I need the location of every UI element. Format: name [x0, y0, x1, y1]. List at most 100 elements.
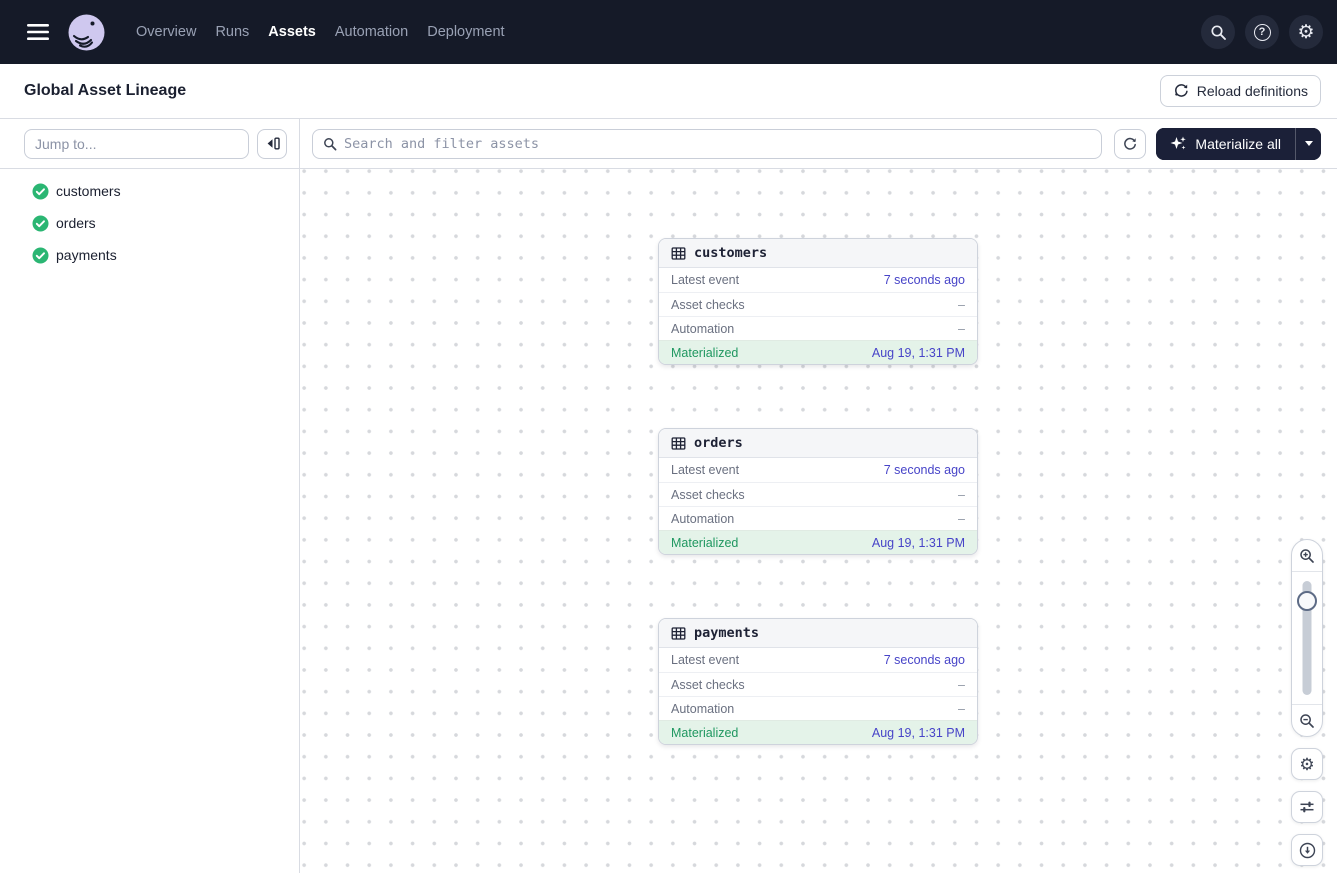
row-value: – — [958, 488, 965, 502]
content-area: customers orders payments — [0, 119, 1337, 873]
nav-item-runs[interactable]: Runs — [215, 24, 249, 40]
refresh-icon — [1122, 136, 1138, 152]
hamburger-menu-button[interactable] — [20, 14, 56, 50]
row-label: Latest event — [671, 653, 739, 667]
row-label: Latest event — [671, 273, 739, 287]
page-header: Global Asset Lineage Reload definitions — [0, 64, 1337, 119]
asset-node-payments[interactable]: payments Latest event 7 seconds ago Asse… — [658, 618, 978, 745]
hamburger-icon — [27, 24, 49, 40]
help-button[interactable]: ? — [1245, 15, 1279, 49]
reload-definitions-button[interactable]: Reload definitions — [1160, 75, 1321, 107]
nav-item-automation[interactable]: Automation — [335, 24, 408, 40]
top-navbar: Overview Runs Assets Automation Deployme… — [0, 0, 1337, 64]
global-search-button[interactable] — [1201, 15, 1235, 49]
nav-item-deployment[interactable]: Deployment — [427, 24, 504, 40]
materialized-status-row: Materialized Aug 19, 1:31 PM — [659, 530, 977, 554]
latest-event-row: Latest event 7 seconds ago — [659, 458, 977, 482]
materialize-all-button[interactable]: Materialize all — [1156, 128, 1295, 160]
nav-item-assets[interactable]: Assets — [268, 24, 316, 40]
row-value: – — [958, 512, 965, 526]
asset-node-header[interactable]: customers — [659, 239, 977, 268]
sidebar-item-customers[interactable]: customers — [0, 175, 299, 207]
jump-to-input[interactable] — [24, 129, 249, 159]
asset-name: payments — [56, 247, 117, 263]
latest-event-link[interactable]: 7 seconds ago — [884, 463, 965, 477]
sliders-icon — [1299, 799, 1315, 815]
sidebar-toolbar — [0, 119, 299, 169]
row-label: Automation — [671, 702, 734, 716]
status-badge: Materialized — [671, 536, 738, 550]
primary-nav: Overview Runs Assets Automation Deployme… — [136, 24, 505, 40]
materialized-timestamp[interactable]: Aug 19, 1:31 PM — [872, 346, 965, 360]
zoom-slider-thumb[interactable] — [1297, 591, 1317, 611]
materialized-timestamp[interactable]: Aug 19, 1:31 PM — [872, 726, 965, 740]
asset-node-name: customers — [694, 245, 767, 261]
row-value: – — [958, 702, 965, 716]
asset-checks-row: Asset checks – — [659, 482, 977, 506]
automation-row: Automation – — [659, 696, 977, 720]
lineage-toolbar: Materialize all — [300, 119, 1337, 169]
recenter-button[interactable] — [1291, 834, 1323, 866]
status-badge: Materialized — [671, 726, 738, 740]
asset-name: orders — [56, 215, 96, 231]
reload-icon — [1173, 83, 1189, 99]
table-icon — [671, 436, 686, 451]
status-badge: Materialized — [671, 346, 738, 360]
latest-event-row: Latest event 7 seconds ago — [659, 268, 977, 292]
row-value: – — [958, 678, 965, 692]
sidebar-item-payments[interactable]: payments — [0, 239, 299, 271]
materialized-status-row: Materialized Aug 19, 1:31 PM — [659, 340, 977, 364]
search-icon — [1210, 24, 1227, 41]
check-circle-icon — [32, 215, 49, 232]
automation-row: Automation – — [659, 506, 977, 530]
latest-event-link[interactable]: 7 seconds ago — [884, 653, 965, 667]
dagster-logo[interactable] — [56, 14, 116, 51]
sidebar-item-orders[interactable]: orders — [0, 207, 299, 239]
search-icon — [323, 137, 337, 151]
refresh-button[interactable] — [1114, 129, 1146, 159]
chevron-down-icon — [1305, 141, 1313, 146]
help-icon: ? — [1254, 24, 1271, 41]
row-value: – — [958, 322, 965, 336]
latest-event-link[interactable]: 7 seconds ago — [884, 273, 965, 287]
materialize-dropdown-button[interactable] — [1295, 128, 1321, 160]
graph-settings-button[interactable]: ⚙ — [1291, 748, 1323, 780]
user-settings-button[interactable]: ⚙ — [1289, 15, 1323, 49]
filter-options-button[interactable] — [1291, 791, 1323, 823]
asset-node-name: payments — [694, 625, 759, 641]
asset-checks-row: Asset checks – — [659, 672, 977, 696]
zoom-panel — [1291, 539, 1323, 737]
collapse-panel-icon — [264, 136, 281, 151]
sparkle-icon — [1170, 135, 1187, 152]
check-circle-icon — [32, 183, 49, 200]
zoom-in-button[interactable] — [1292, 540, 1322, 571]
page-title: Global Asset Lineage — [24, 82, 186, 100]
asset-node-customers[interactable]: customers Latest event 7 seconds ago Ass… — [658, 238, 978, 365]
row-label: Automation — [671, 512, 734, 526]
lineage-canvas[interactable]: customers Latest event 7 seconds ago Ass… — [300, 169, 1337, 873]
zoom-slider[interactable] — [1292, 572, 1322, 704]
canvas-controls: ⚙ — [1291, 539, 1323, 866]
asset-search-box[interactable] — [312, 129, 1102, 159]
reload-button-label: Reload definitions — [1197, 83, 1308, 99]
materialize-split-button: Materialize all — [1156, 128, 1321, 160]
nav-actions: ? ⚙ — [1201, 15, 1323, 49]
asset-node-name: orders — [694, 435, 743, 451]
latest-event-row: Latest event 7 seconds ago — [659, 648, 977, 672]
asset-search-input[interactable] — [344, 136, 1091, 152]
row-label: Automation — [671, 322, 734, 336]
row-label: Asset checks — [671, 488, 745, 502]
materialized-status-row: Materialized Aug 19, 1:31 PM — [659, 720, 977, 744]
arrow-down-circle-icon — [1299, 842, 1316, 859]
materialized-timestamp[interactable]: Aug 19, 1:31 PM — [872, 536, 965, 550]
table-icon — [671, 626, 686, 641]
asset-node-header[interactable]: orders — [659, 429, 977, 458]
asset-node-header[interactable]: payments — [659, 619, 977, 648]
row-label: Asset checks — [671, 298, 745, 312]
asset-node-orders[interactable]: orders Latest event 7 seconds ago Asset … — [658, 428, 978, 555]
asset-list: customers orders payments — [0, 169, 299, 271]
zoom-out-button[interactable] — [1292, 705, 1322, 736]
collapse-sidebar-button[interactable] — [257, 129, 287, 159]
nav-item-overview[interactable]: Overview — [136, 24, 196, 40]
materialize-button-label: Materialize all — [1195, 136, 1281, 152]
